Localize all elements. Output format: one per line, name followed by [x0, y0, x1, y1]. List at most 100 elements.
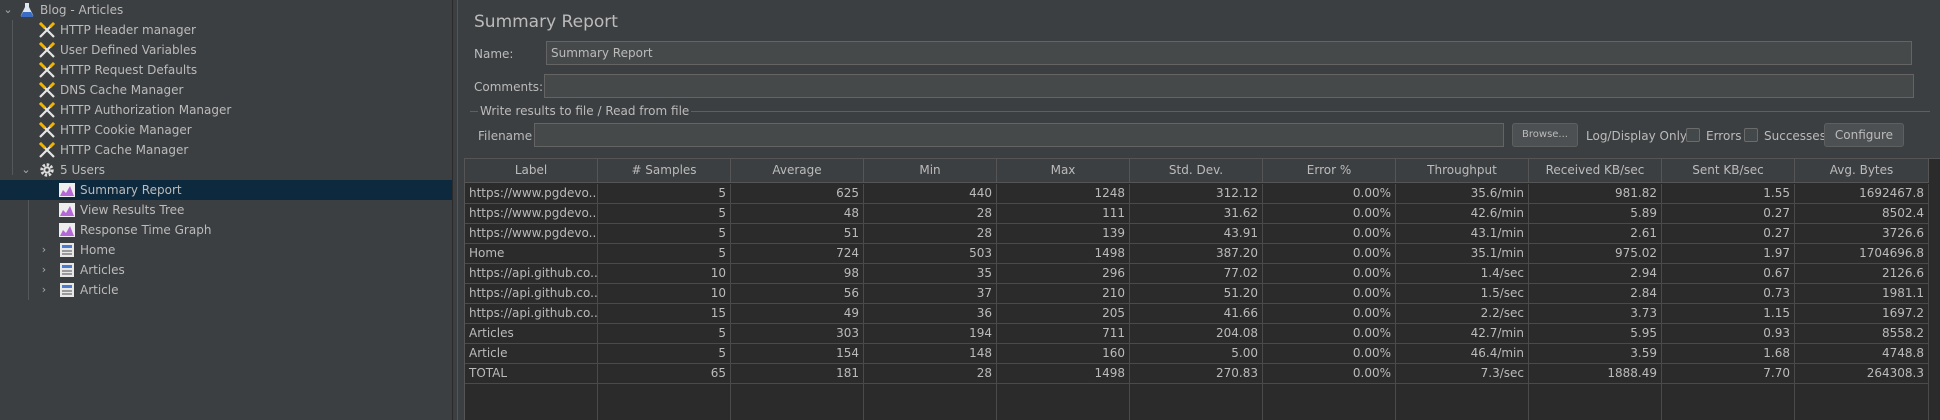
configure-button[interactable]: Configure	[1824, 123, 1904, 147]
table-header: Label # Samples Average Min Max Std. Dev. Erro…	[465, 159, 1929, 183]
column-header[interactable]: Throughput	[1396, 159, 1529, 183]
table-row[interactable]: Article 5 154 148 160 5.00 0.00% 46.4/min 3.59 1.…	[465, 344, 1929, 364]
table-cell: 264308.3	[1795, 364, 1929, 384]
table-cell: https://api.github.co...	[465, 284, 598, 304]
tree-item-http-cookie-manager[interactable]: HTTP Cookie Manager	[0, 120, 452, 140]
table-row[interactable]: https://api.github.co... 15 49 36 205 41.66 0.…	[465, 304, 1929, 324]
tree-item-label: Home	[80, 243, 116, 257]
table-cell: 1704696.8	[1795, 244, 1929, 264]
table-cell: 5	[598, 244, 731, 264]
table-cell: 4748.8	[1795, 344, 1929, 364]
table-row[interactable]: Home 5 724 503 1498 387.20 0.00% 35.1/min 975.02…	[465, 244, 1929, 264]
tree-item-http-authorization-manager[interactable]: HTTP Authorization Manager	[0, 100, 452, 120]
controller-icon	[58, 281, 76, 299]
column-header[interactable]: Sent KB/sec	[1662, 159, 1795, 183]
tree-item-response-time-graph[interactable]: Response Time Graph	[0, 220, 452, 240]
column-header[interactable]: Max	[997, 159, 1130, 183]
table-cell: 148	[864, 344, 997, 364]
tree-item-label: 5 Users	[60, 163, 106, 177]
config-element-icon	[38, 121, 56, 139]
table-cell: 1888.49	[1529, 364, 1662, 384]
table-cell: 0.00%	[1263, 324, 1396, 344]
comments-input[interactable]	[544, 74, 1914, 98]
table-cell: 1.4/sec	[1396, 264, 1529, 284]
column-header[interactable]: Average	[731, 159, 864, 183]
table-cell: 3726.6	[1795, 224, 1929, 244]
table-cell: 1.15	[1662, 304, 1795, 324]
table-row[interactable]: https://www.pgdevo... 5 51 28 139 43.91 0.00% 4…	[465, 224, 1929, 244]
filename-input[interactable]	[534, 123, 1504, 147]
table-row[interactable]: https://api.github.co... 10 56 37 210 51.20 0.…	[465, 284, 1929, 304]
successes-checkbox[interactable]	[1744, 128, 1758, 142]
tree-item-thread-group[interactable]: ⌄ 5 Users	[0, 160, 452, 180]
table-cell: 3.73	[1529, 304, 1662, 324]
table-row[interactable]: Articles 5 303 194 711 204.08 0.00% 42.7/min 5.9…	[465, 324, 1929, 344]
table-cell: 210	[997, 284, 1130, 304]
browse-button[interactable]: Browse...	[1512, 123, 1578, 147]
table-cell: 387.20	[1130, 244, 1263, 264]
chevron-right-icon[interactable]: ›	[38, 244, 50, 256]
tree-item-label: View Results Tree	[80, 203, 185, 217]
table-cell: 8502.4	[1795, 204, 1929, 224]
column-header[interactable]: Error %	[1263, 159, 1396, 183]
listener-icon	[58, 181, 76, 199]
table-cell: https://www.pgdevo...	[465, 204, 598, 224]
table-cell: 1498	[997, 364, 1130, 384]
table-row[interactable]: https://www.pgdevo... 5 625 440 1248 312.12 0.…	[465, 184, 1929, 204]
table-cell: 35	[864, 264, 997, 284]
table-cell: 711	[997, 324, 1130, 344]
table-row[interactable]: TOTAL 65 181 28 1498 270.83 0.00% 7.3/sec 1888.4…	[465, 364, 1929, 384]
table-cell: 204.08	[1130, 324, 1263, 344]
tree-item-user-defined-variables[interactable]: User Defined Variables	[0, 40, 452, 60]
table-cell: 0.00%	[1263, 364, 1396, 384]
tree-item-http-header-manager[interactable]: HTTP Header manager	[0, 20, 452, 40]
tree-item-http-request-defaults[interactable]: HTTP Request Defaults	[0, 60, 452, 80]
table-cell: 303	[731, 324, 864, 344]
table-cell: 35.1/min	[1396, 244, 1529, 264]
gear-icon	[38, 161, 56, 179]
config-element-icon	[38, 61, 56, 79]
tree-item-http-cache-manager[interactable]: HTTP Cache Manager	[0, 140, 452, 160]
table-cell: 77.02	[1130, 264, 1263, 284]
chevron-down-icon[interactable]: ⌄	[20, 164, 32, 176]
column-header[interactable]: Std. Dev.	[1130, 159, 1263, 183]
table-cell: 0.00%	[1263, 224, 1396, 244]
table-cell: Article	[465, 344, 598, 364]
tree-item-summary-report[interactable]: Summary Report	[0, 180, 452, 200]
table-cell: 51.20	[1130, 284, 1263, 304]
column-header[interactable]: Label	[465, 159, 598, 183]
table-cell: 270.83	[1130, 364, 1263, 384]
column-header[interactable]: # Samples	[598, 159, 731, 183]
tree-item-label: Blog - Articles	[40, 3, 124, 17]
chevron-right-icon[interactable]: ›	[38, 284, 50, 296]
name-input[interactable]	[546, 41, 1912, 65]
chevron-down-icon[interactable]: ⌄	[2, 4, 14, 16]
table-cell: https://api.github.co...	[465, 264, 598, 284]
tree-item-dns-cache-manager[interactable]: DNS Cache Manager	[0, 80, 452, 100]
table-cell: 181	[731, 364, 864, 384]
tree-item-article[interactable]: › Article	[0, 280, 452, 300]
table-cell: 2.2/sec	[1396, 304, 1529, 324]
table-cell: Home	[465, 244, 598, 264]
flask-icon	[18, 1, 36, 19]
tree-item-test-plan[interactable]: ⌄ Blog - Articles	[0, 0, 452, 20]
summary-table[interactable]: Label # Samples Average Min Max Std. Dev. Erro…	[464, 158, 1940, 420]
tree-item-label: HTTP Cache Manager	[60, 143, 189, 157]
tree-item-home[interactable]: › Home	[0, 240, 452, 260]
tree-item-articles[interactable]: › Articles	[0, 260, 452, 280]
table-row[interactable]: https://www.pgdevo... 5 48 28 111 31.62 0.00% 4…	[465, 204, 1929, 224]
column-header[interactable]: Avg. Bytes	[1795, 159, 1929, 183]
tree-item-view-results-tree[interactable]: View Results Tree	[0, 200, 452, 220]
table-cell: 41.66	[1130, 304, 1263, 324]
column-header[interactable]: Received KB/sec	[1529, 159, 1662, 183]
table-row[interactable]: https://api.github.co... 10 98 35 296 77.02 0.…	[465, 264, 1929, 284]
config-element-icon	[38, 141, 56, 159]
table-cell: 5	[598, 204, 731, 224]
table-cell: 0.73	[1662, 284, 1795, 304]
column-header[interactable]: Min	[864, 159, 997, 183]
errors-checkbox[interactable]	[1686, 128, 1700, 142]
table-cell: 296	[997, 264, 1130, 284]
table-cell: 10	[598, 264, 731, 284]
chevron-right-icon[interactable]: ›	[38, 264, 50, 276]
table-cell: 154	[731, 344, 864, 364]
